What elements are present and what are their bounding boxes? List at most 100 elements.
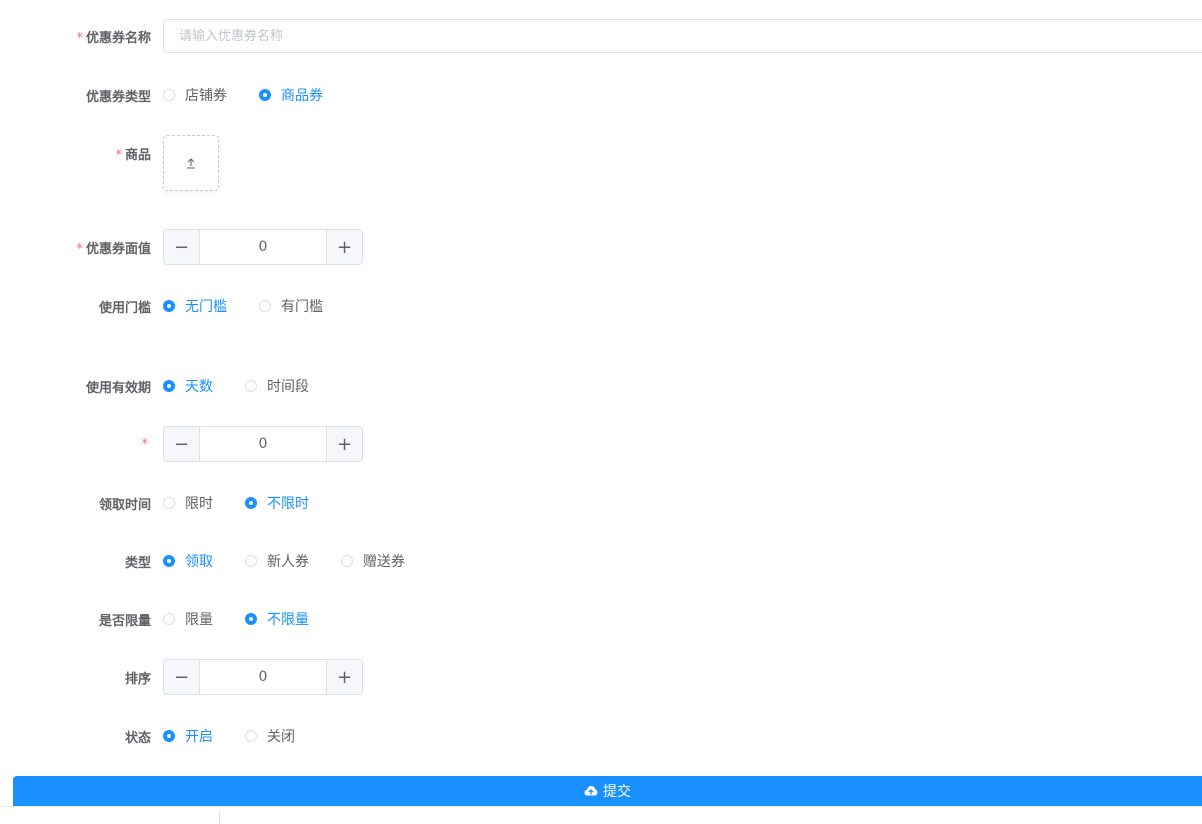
upload-icon bbox=[187, 158, 195, 169]
radio-time-range[interactable]: 时间段 bbox=[245, 376, 309, 396]
radio-dot bbox=[245, 380, 257, 392]
radio-label: 有门槛 bbox=[281, 299, 323, 315]
label-days: * bbox=[0, 437, 163, 452]
radio-label: 时间段 bbox=[267, 379, 309, 395]
label-threshold: 使用门槛 bbox=[98, 300, 151, 316]
radio-label: 不限时 bbox=[267, 496, 309, 512]
radio-unlimited-time[interactable]: 不限时 bbox=[245, 493, 309, 513]
increment-button[interactable]: + bbox=[326, 230, 362, 264]
radio-dot bbox=[163, 555, 175, 567]
radio-label: 开启 bbox=[185, 729, 213, 745]
form-row-threshold: 使用门槛 无门槛 有门槛 bbox=[0, 295, 1202, 317]
required-mark: * bbox=[115, 148, 122, 163]
radio-dot bbox=[259, 89, 271, 101]
radio-dot bbox=[163, 613, 175, 625]
radio-label: 限时 bbox=[185, 496, 213, 512]
form-row-validity: 使用有效期 天数 时间段 bbox=[0, 375, 1202, 397]
radio-label: 无门槛 bbox=[185, 299, 227, 315]
radio-unlimited[interactable]: 不限量 bbox=[245, 609, 309, 629]
increment-button[interactable]: + bbox=[326, 427, 362, 461]
days-input[interactable]: 0 bbox=[200, 427, 326, 461]
radio-dot bbox=[163, 89, 175, 101]
radio-claim[interactable]: 领取 bbox=[163, 551, 245, 571]
radio-newcomer-coupon[interactable]: 新人券 bbox=[245, 551, 341, 571]
radio-dot bbox=[245, 497, 257, 509]
radio-label: 店铺券 bbox=[185, 88, 227, 104]
limit-radio-group: 限量 不限量 bbox=[163, 609, 309, 629]
radio-dot bbox=[245, 555, 257, 567]
radio-dot bbox=[163, 380, 175, 392]
label-validity: 使用有效期 bbox=[85, 380, 151, 396]
label-text: 商品 bbox=[124, 148, 151, 163]
bottom-bar bbox=[0, 806, 1202, 824]
decrement-button[interactable]: − bbox=[164, 427, 200, 461]
radio-label: 关闭 bbox=[267, 729, 295, 745]
increment-button[interactable]: + bbox=[326, 660, 362, 694]
radio-label: 赠送券 bbox=[363, 554, 405, 570]
radio-dot bbox=[245, 730, 257, 742]
radio-product-coupon[interactable]: 商品券 bbox=[259, 85, 323, 105]
label-kind: 类型 bbox=[124, 555, 151, 571]
label-coupon-name: * 优惠券名称 bbox=[0, 27, 163, 46]
label-limit: 是否限量 bbox=[98, 613, 151, 629]
label-status: 状态 bbox=[124, 730, 151, 746]
radio-dot bbox=[259, 300, 271, 312]
radio-disabled[interactable]: 关闭 bbox=[245, 726, 295, 746]
form-row-kind: 类型 领取 新人券 赠送券 bbox=[0, 550, 1202, 572]
radio-limited[interactable]: 限量 bbox=[163, 609, 245, 629]
radio-gift-coupon[interactable]: 赠送券 bbox=[341, 551, 405, 571]
submit-label: 提交 bbox=[603, 784, 631, 800]
face-value-input[interactable]: 0 bbox=[200, 230, 326, 264]
radio-time-limited[interactable]: 限时 bbox=[163, 493, 245, 513]
radio-no-threshold[interactable]: 无门槛 bbox=[163, 296, 259, 316]
coupon-form-page: * 优惠券名称 请输入优惠券名称 优惠券类型 店铺券 商品券 * 商品 * 优惠券面值… bbox=[0, 0, 1202, 824]
coupon-name-input[interactable]: 请输入优惠券名称 bbox=[163, 19, 1202, 53]
coupon-type-radio-group: 店铺券 商品券 bbox=[163, 85, 323, 105]
claim-time-radio-group: 限时 不限时 bbox=[163, 493, 309, 513]
label-text: 优惠券面值 bbox=[85, 241, 151, 257]
form-row-product: * 商品 bbox=[0, 135, 1202, 193]
submit-button[interactable]: 提交 bbox=[13, 776, 1202, 806]
radio-days[interactable]: 天数 bbox=[163, 376, 245, 396]
label-product: * 商品 bbox=[0, 135, 163, 163]
decrement-button[interactable]: − bbox=[164, 660, 200, 694]
label-claim-time: 领取时间 bbox=[98, 497, 151, 513]
radio-store-coupon[interactable]: 店铺券 bbox=[163, 85, 259, 105]
radio-label: 领取 bbox=[185, 554, 213, 570]
radio-dot bbox=[163, 497, 175, 509]
sort-stepper: − 0 + bbox=[163, 659, 363, 695]
radio-label: 天数 bbox=[185, 379, 213, 395]
required-mark: * bbox=[141, 436, 149, 452]
form-row-days: * − 0 + bbox=[0, 426, 1202, 462]
radio-dot bbox=[245, 613, 257, 625]
product-upload[interactable] bbox=[163, 135, 219, 191]
label-coupon-type: 优惠券类型 bbox=[85, 89, 151, 105]
form-row-claim-time: 领取时间 限时 不限时 bbox=[0, 492, 1202, 514]
radio-label: 限量 bbox=[185, 612, 213, 628]
radio-dot bbox=[341, 555, 353, 567]
form-row-limit: 是否限量 限量 不限量 bbox=[0, 608, 1202, 630]
label-text: 优惠券名称 bbox=[85, 30, 151, 46]
validity-radio-group: 天数 时间段 bbox=[163, 376, 309, 396]
kind-radio-group: 领取 新人券 赠送券 bbox=[163, 551, 405, 571]
sort-input[interactable]: 0 bbox=[200, 660, 326, 694]
cloud-upload-icon bbox=[584, 786, 598, 796]
form-row-status: 状态 开启 关闭 bbox=[0, 725, 1202, 747]
form-row-coupon-name: * 优惠券名称 请输入优惠券名称 bbox=[0, 18, 1202, 54]
bottom-divider bbox=[219, 812, 220, 824]
decrement-button[interactable]: − bbox=[164, 230, 200, 264]
face-value-stepper: − 0 + bbox=[163, 229, 363, 265]
required-mark: * bbox=[76, 241, 83, 257]
threshold-radio-group: 无门槛 有门槛 bbox=[163, 296, 323, 316]
radio-dot bbox=[163, 300, 175, 312]
radio-label: 商品券 bbox=[281, 88, 323, 104]
radio-label: 不限量 bbox=[267, 612, 309, 628]
radio-has-threshold[interactable]: 有门槛 bbox=[259, 296, 323, 316]
radio-dot bbox=[163, 730, 175, 742]
radio-label: 新人券 bbox=[267, 554, 309, 570]
form-row-coupon-type: 优惠券类型 店铺券 商品券 bbox=[0, 84, 1202, 106]
radio-enabled[interactable]: 开启 bbox=[163, 726, 245, 746]
days-stepper: − 0 + bbox=[163, 426, 363, 462]
required-mark: * bbox=[76, 30, 83, 46]
label-sort: 排序 bbox=[124, 671, 151, 687]
